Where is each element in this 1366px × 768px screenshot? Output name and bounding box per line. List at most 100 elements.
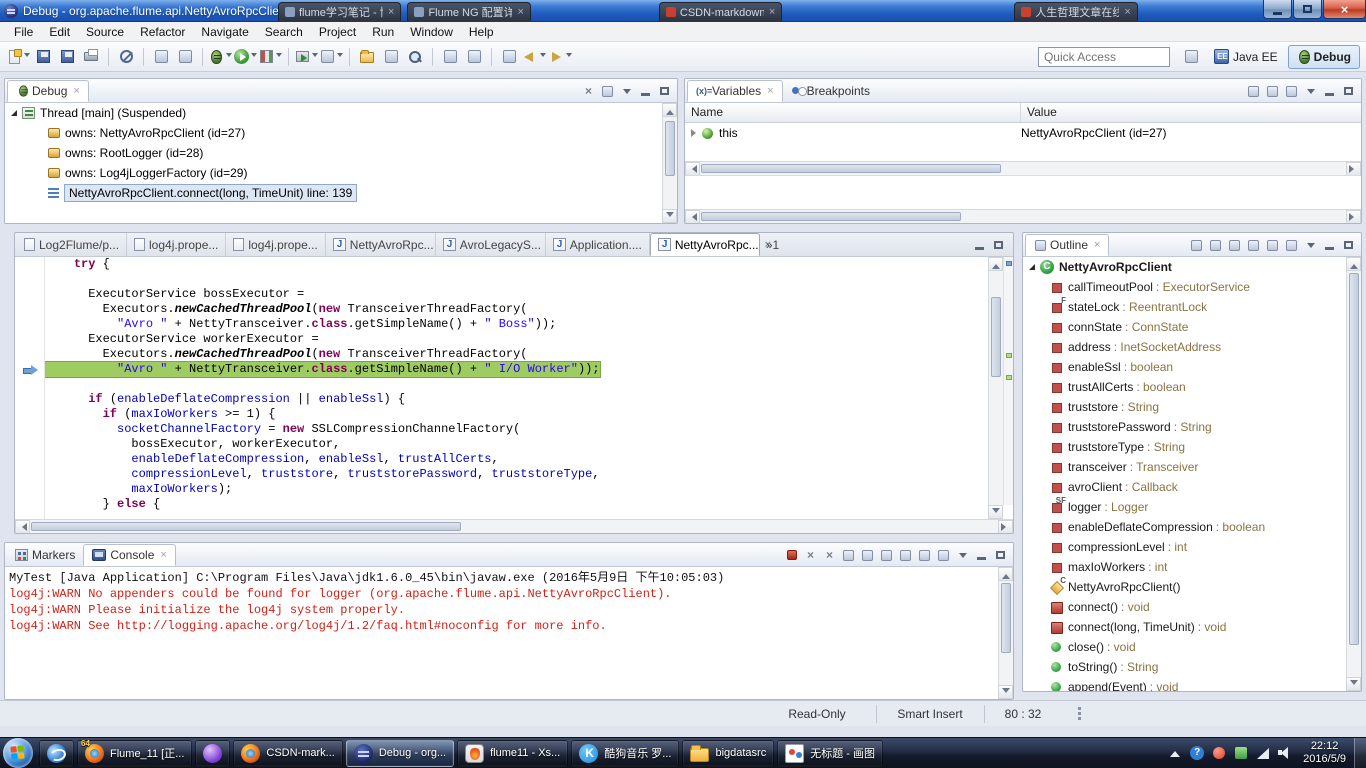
tab-close-icon[interactable]: × [769,6,775,18]
outline-item[interactable]: compressionLevel: int [1023,537,1346,557]
toolbar-button-save[interactable] [32,46,54,68]
disconnect-button[interactable] [599,83,616,99]
code-line[interactable]: socketChannelFactory = new SSLCompressio… [45,422,988,437]
outline-item[interactable]: connect(): void [1023,597,1346,617]
toolbar-button-print[interactable] [80,46,102,68]
outline-item[interactable]: SF logger: Logger [1023,496,1346,517]
tab-close-icon[interactable]: × [388,6,394,18]
code-line[interactable]: } else { [45,497,988,512]
debug-tree-row[interactable]: Thread [main] (Suspended) [5,103,662,123]
editor-gutter[interactable] [15,257,45,519]
overview-ruler[interactable] [1003,257,1013,505]
focus-button[interactable] [1188,237,1205,253]
tab-close-icon[interactable]: × [1124,6,1130,18]
code-line[interactable]: compressionLevel, truststore, truststore… [45,467,988,482]
debug-tree-row[interactable]: owns: Log4jLoggerFactory (id=29) [5,163,662,183]
scroll-lock-button[interactable] [859,547,876,563]
outline-item[interactable]: truststorePassword: String [1023,417,1346,437]
taskbar-item-firefox[interactable]: CSDN-mark... [233,739,343,767]
show-type-names-button[interactable] [1245,83,1262,99]
toolbar-button-ext[interactable] [295,46,318,68]
expander-open-icon[interactable] [11,110,17,116]
quick-access-input[interactable] [1037,46,1170,67]
minimize-button[interactable] [973,547,990,563]
perspective-debug[interactable]: Debug [1287,44,1360,69]
code-line[interactable]: ExecutorService bossExecutor = [45,287,988,302]
console-scrollbar[interactable] [998,567,1013,699]
hide-local-types-button[interactable] [1283,237,1300,253]
close-view-icon[interactable]: × [73,85,79,97]
hidden-icons-button[interactable] [1167,745,1183,761]
tab-console[interactable]: Console × [83,544,176,566]
sort-button[interactable] [1207,237,1224,253]
outline-item[interactable]: FstateLock: ReentrantLock [1023,296,1346,317]
minimize-button[interactable] [1263,0,1292,19]
toolbar-button-gen[interactable] [498,46,520,68]
code-line[interactable]: if (maxIoWorkers >= 1) { [45,407,988,422]
debug-scrollbar[interactable] [662,103,677,223]
remove-launch-button[interactable]: × [802,547,819,563]
display-selected-button[interactable] [916,547,933,563]
outline-item[interactable]: NettyAvroRpcClient [1023,257,1346,277]
outline-item[interactable]: maxIoWorkers: int [1023,557,1346,577]
close-view-icon[interactable]: × [1094,239,1100,251]
outline-item[interactable]: connect(long, TimeUnit): void [1023,617,1346,637]
tab-outline[interactable]: Outline × [1025,234,1110,256]
menu-search[interactable]: Search [257,23,311,41]
variables-detail-pane[interactable] [685,175,1361,209]
code-line[interactable]: if (enableDeflateCompression || enableSs… [45,392,988,407]
view-menu-button[interactable] [1302,83,1319,99]
taskbar-item-ie[interactable] [39,739,74,767]
tab-variables[interactable]: Variables × [687,80,783,102]
open-perspective-button[interactable] [1181,46,1203,68]
toolbar-button-play[interactable] [234,46,257,68]
variables-detail-hscrollbar[interactable] [685,209,1361,223]
code-line[interactable] [45,377,988,392]
taskbar-item-kugou[interactable]: 酷狗音乐 罗... [571,739,680,767]
terminate-button[interactable] [783,547,800,563]
variable-row[interactable]: this NettyAvroRpcClient (id=27) [685,123,1361,143]
pin-console-button[interactable] [897,547,914,563]
editor-tab[interactable]: NettyAvroRpc...× [649,233,771,256]
toolbar-button-bug[interactable] [209,46,232,68]
show-desktop-button[interactable] [1354,737,1366,768]
view-menu-button[interactable] [954,547,971,563]
menu-file[interactable]: File [6,23,41,41]
hide-static-button[interactable] [1245,237,1262,253]
editor-hscrollbar[interactable] [15,519,1013,533]
minimize-button[interactable] [637,83,654,99]
editor-tab[interactable]: AvroLegacyS... [436,233,546,256]
code-editor[interactable]: try { ExecutorService bossExecutor = Exe… [15,257,1013,519]
volume-icon[interactable] [1277,745,1293,761]
start-button[interactable] [0,738,36,768]
app-tray-icon[interactable] [1233,745,1249,761]
toolbar-button-gen[interactable] [174,46,196,68]
code-line[interactable]: bossExecutor, workerExecutor, [45,437,988,452]
taskbar-item-purple[interactable] [195,739,231,767]
outline-item[interactable]: toString(): String [1023,657,1346,677]
editor-tab[interactable]: NettyAvroRpc... [326,233,436,256]
toolbar-button-new[interactable] [7,46,30,68]
code-line[interactable]: ExecutorService workerExecutor = [45,332,988,347]
outline-item[interactable]: callTimeoutPool: ExecutorService [1023,277,1346,297]
maximize-button[interactable] [992,547,1009,563]
minimize-button[interactable] [1321,83,1338,99]
browser-tab[interactable]: Flume NG 配置详解 - CS... × [407,2,531,21]
hide-fields-button[interactable] [1226,237,1243,253]
menu-run[interactable]: Run [364,23,402,41]
toolbar-button-fwd[interactable] [548,46,572,68]
outline-item[interactable]: enableSsl: boolean [1023,357,1346,377]
outline-item[interactable]: address: InetSocketAddress [1023,337,1346,357]
browser-tab[interactable]: 人生哲理文章在线阅读 × [1014,2,1138,21]
taskbar-item-xshell[interactable]: flume11 - Xs... [457,739,569,767]
variables-hscrollbar[interactable] [685,161,1361,176]
taskbar-item-folder[interactable]: bigdatasrc [682,739,775,767]
code-line[interactable] [45,272,988,287]
tab-close-icon[interactable]: × [517,6,523,18]
status-overflow-icon[interactable] [1078,707,1081,710]
expander-open-icon[interactable] [1029,264,1035,270]
toolbar-button-gen[interactable] [463,46,485,68]
menu-window[interactable]: Window [402,23,461,41]
toolbar-button-back[interactable] [522,46,546,68]
toolbar-button-newprj[interactable] [356,46,378,68]
